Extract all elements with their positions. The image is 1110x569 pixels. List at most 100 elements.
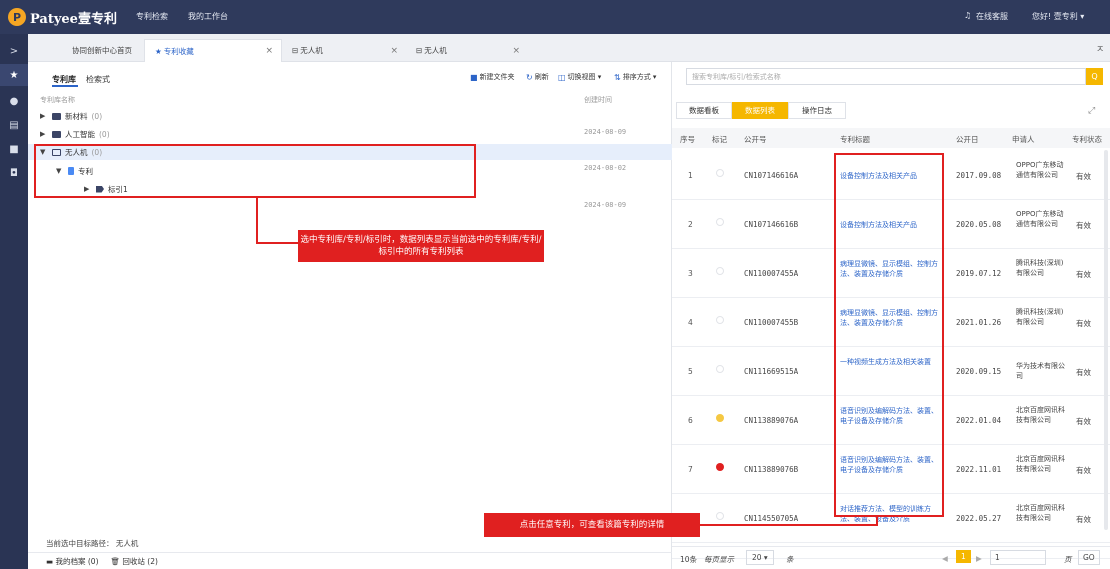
total-count: 10条 (680, 555, 698, 564)
folder-icon[interactable]: ● (0, 90, 28, 112)
col-created: 创建时间 (584, 96, 612, 104)
publication-date: 2022.01.04 (956, 416, 1002, 425)
tab-dashboard[interactable]: 数据看板 (676, 102, 732, 119)
mark-dot-icon[interactable] (716, 169, 724, 177)
applicant: 腾讯科技(深圳)有限公司 (1016, 308, 1064, 326)
col-pub-no: 公开号 (744, 135, 767, 144)
scrollbar[interactable] (1104, 150, 1108, 530)
selected-path-value: 无人机 (115, 539, 139, 548)
patent-status: 有效 (1076, 172, 1091, 181)
logo-text: Patyee壹专利 (30, 11, 117, 27)
refresh-button[interactable]: ↻ 刷新 (526, 72, 549, 82)
left-footer: ▬ 我的档案 (0) 🗑 回收站 (2) (28, 552, 672, 569)
sort-label: 排序方式 ▾ (622, 73, 657, 81)
subtab-library[interactable]: 专利库 (52, 74, 76, 85)
go-button[interactable]: GO (1078, 550, 1100, 565)
publication-date: 2022.05.27 (956, 514, 1002, 523)
publication-number: CN110007455A (744, 269, 799, 278)
nav-workbench[interactable]: 我的工作台 (188, 11, 228, 22)
headset-icon: ♫ (964, 11, 972, 20)
highlight-title-column (834, 153, 944, 517)
recycle-bin-link[interactable]: 🗑 回收站 (2) (111, 556, 158, 567)
pager: 10条 每页显示 20 ▾ 条 ◀ 1 ▶ 1 页 GO (672, 546, 1110, 569)
patent-status: 有效 (1076, 368, 1091, 377)
mark-dot-icon[interactable] (716, 365, 724, 373)
mark-dot-icon[interactable] (716, 414, 724, 422)
tree-item-date: 2024-08-09 (584, 201, 627, 209)
sort-button[interactable]: ⇅ 排序方式 ▾ (614, 72, 656, 82)
caret-right-icon[interactable]: ▶ (40, 130, 48, 138)
my-archive-link[interactable]: ▬ 我的档案 (0) (46, 556, 99, 567)
page-1-button[interactable]: 1 (956, 550, 971, 563)
mark-dot-icon[interactable] (716, 316, 724, 324)
user-icon[interactable]: ◘ (0, 162, 28, 184)
collapse-icon[interactable]: ㅈ (1096, 42, 1104, 55)
tree-item-label: 人工智能 (65, 129, 95, 139)
tab-drone-1[interactable]: ⊟ 无人机 × (282, 39, 406, 62)
goto-page-input[interactable]: 1 (990, 550, 1046, 565)
applicant: OPPO广东移动通信有限公司 (1016, 210, 1064, 228)
applicant: 华为技术有限公司 (1016, 362, 1065, 380)
user-menu[interactable]: 您好! 壹专利 ▾ (1032, 11, 1084, 22)
tree-header: 专利库名称 创建时间 (28, 95, 672, 107)
search-input[interactable]: 搜索专利库/标引/检索式名称 (686, 68, 1086, 85)
book-icon[interactable]: ■ (0, 138, 28, 160)
per-page-select[interactable]: 20 ▾ (746, 550, 774, 565)
switch-view-button[interactable]: ◫ 切换视图 ▾ (558, 72, 601, 82)
tab-operation-log[interactable]: 操作日志 (788, 102, 846, 119)
refresh-icon: ↻ (526, 72, 533, 82)
tab-home[interactable]: 协同创新中心首页 (40, 39, 144, 62)
tab-label: 专利收藏 (163, 46, 194, 56)
new-folder-label: 新建文件夹 (479, 73, 515, 81)
publication-number: CN113889076B (744, 465, 799, 474)
prev-page-icon[interactable]: ◀ (942, 554, 948, 563)
col-pub-date: 公开日 (956, 135, 979, 144)
caret-right-icon[interactable]: ▶ (40, 112, 48, 120)
selected-path: 当前选中目标路径： 无人机 (46, 538, 138, 549)
publication-number: CN114550705A (744, 514, 799, 523)
patent-status: 有效 (1076, 417, 1091, 426)
row-number: 6 (688, 416, 693, 425)
mark-dot-icon[interactable] (716, 267, 724, 275)
publication-number: CN113889076A (744, 416, 799, 425)
chevron-right-icon[interactable]: > (0, 40, 28, 62)
close-icon[interactable]: × (390, 46, 398, 56)
my-archive-label: 我的档案 (0) (55, 556, 99, 566)
callout-connector (256, 242, 298, 244)
search-icon[interactable]: Q (1086, 68, 1103, 85)
star-icon: ★ (155, 46, 162, 56)
new-folder-button[interactable]: ■ 新建文件夹 (470, 72, 515, 82)
next-page-icon[interactable]: ▶ (976, 554, 982, 563)
mark-dot-icon[interactable] (716, 512, 724, 520)
col-title: 专利标题 (840, 135, 870, 144)
tab-label: 无人机 (424, 46, 447, 55)
document-icon: ⊟ (292, 46, 299, 55)
table-header: 序号 标记 公开号 专利标题 公开日 申请人 专利状态 (672, 128, 1110, 148)
mark-dot-icon[interactable] (716, 218, 724, 226)
switch-view-label: 切换视图 ▾ (567, 73, 602, 81)
star-icon[interactable]: ★ (0, 64, 28, 86)
highlight-tree-selection (34, 144, 476, 198)
close-icon[interactable]: × (265, 46, 273, 56)
applicant: OPPO广东移动通信有限公司 (1016, 161, 1064, 179)
tree-item-new-materials[interactable]: ▶ 新材料 (0) 2024-08-09 (28, 108, 672, 137)
tab-strip: 协同创新中心首页 ★ 专利收藏 × ⊟ 无人机 × ⊟ 无人机 × ㅈ (28, 34, 1110, 62)
close-icon[interactable]: × (512, 46, 520, 56)
logo[interactable]: P Patyee壹专利 (8, 7, 117, 27)
tab-favorites[interactable]: ★ 专利收藏 × (144, 39, 282, 62)
trash-icon: 🗑 (110, 556, 121, 566)
tab-label: 无人机 (300, 46, 323, 55)
online-service-link[interactable]: 在线客服 (976, 11, 1008, 22)
publication-date: 2022.11.01 (956, 465, 1002, 474)
tab-drone-2[interactable]: ⊟ 无人机 × (406, 39, 528, 62)
expand-icon[interactable]: ⤢ (1088, 106, 1095, 116)
page-unit: 页 (1064, 555, 1072, 564)
nav-patent-search[interactable]: 专利检索 (136, 11, 168, 22)
mark-dot-icon[interactable] (716, 463, 724, 471)
tab-data-list[interactable]: 数据列表 (732, 102, 788, 119)
subtab-query[interactable]: 检索式 (86, 74, 110, 85)
publication-date: 2017.09.08 (956, 171, 1002, 180)
monitor-icon[interactable]: ▤ (0, 114, 28, 136)
tree-item-ai[interactable]: ▶ 人工智能 (0) 2024-08-09 (28, 126, 672, 155)
document-icon: ⊟ (416, 46, 423, 55)
